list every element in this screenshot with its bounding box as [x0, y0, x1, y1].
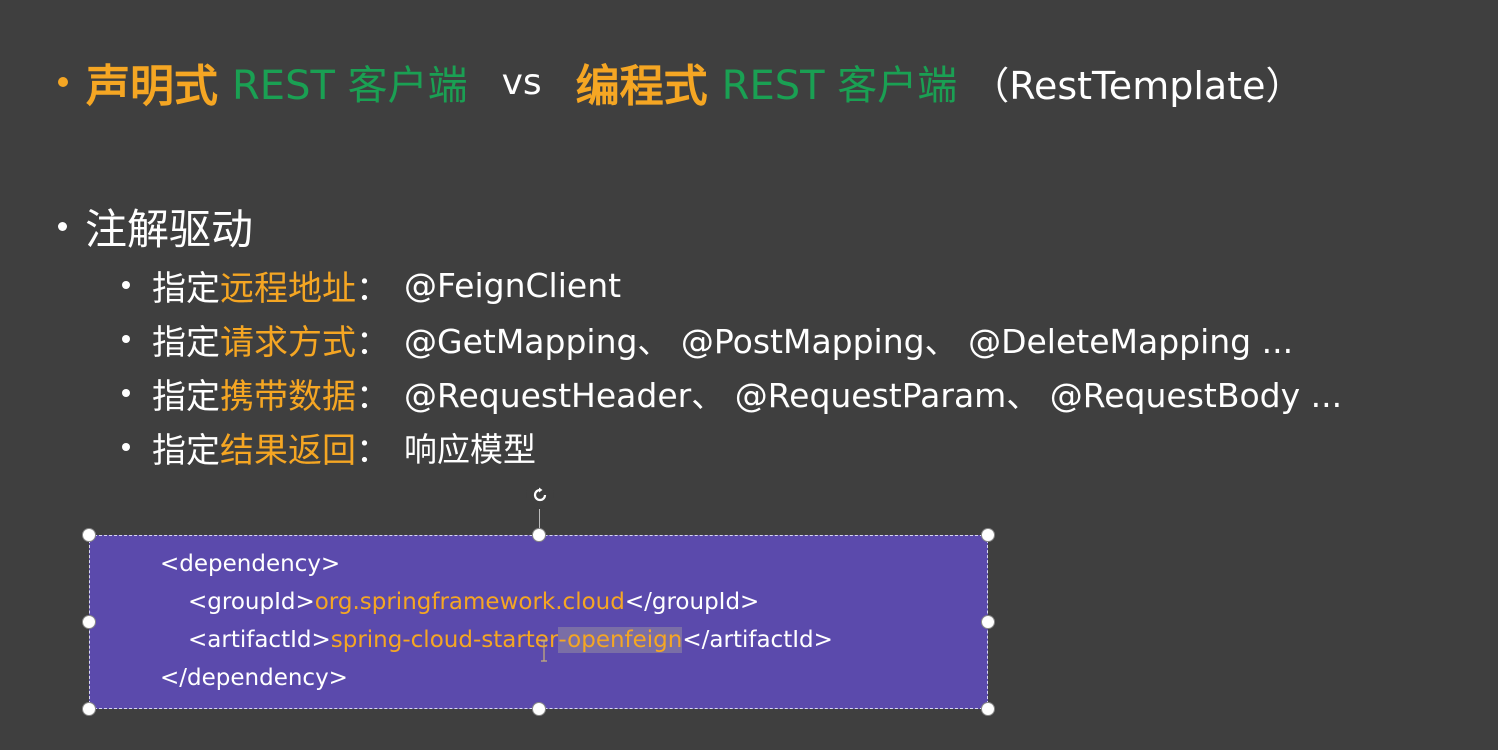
artifactid-close-tag: </artifactId>: [682, 627, 833, 653]
section-heading-text: 注解驱动: [85, 204, 254, 254]
section-heading: 注解驱动: [58, 196, 253, 256]
artifactid-value-selected[interactable]: -openfeign: [558, 627, 683, 653]
item-prefix: 指定: [152, 268, 220, 309]
resize-handle-top-right[interactable]: [981, 528, 995, 542]
section-bullet: [58, 221, 67, 231]
groupid-value: org.springframework.cloud: [314, 589, 625, 615]
list-bullet: [122, 335, 130, 343]
resize-handle-top[interactable]: [532, 528, 546, 542]
item-highlight: 请求方式: [220, 322, 356, 363]
item-detail: @GetMapping、 @PostMapping、 @DeleteMappin…: [404, 322, 1294, 361]
list-bullet: [122, 281, 130, 289]
item-prefix: 指定: [152, 430, 220, 471]
annotation-list: 指定 远程地址 ： @FeignClient 指定 请求方式 ： @GetMap…: [122, 258, 1342, 474]
resize-handle-bottom-left[interactable]: [82, 702, 96, 716]
resize-handle-left[interactable]: [82, 615, 96, 629]
title-bullet: [58, 77, 68, 87]
groupid-close-tag: </groupId>: [624, 589, 760, 615]
code-textbox[interactable]: <dependency> <groupId> org.springframewo…: [89, 535, 988, 709]
title-rest-client-1: REST 客户端: [232, 63, 468, 109]
list-bullet: [122, 443, 130, 451]
item-highlight: 远程地址: [220, 268, 356, 309]
resize-handle-bottom-right[interactable]: [981, 702, 995, 716]
text-cursor-icon: [540, 640, 547, 662]
list-item: 指定 携带数据 ： @RequestHeader、 @RequestParam、…: [122, 366, 1342, 420]
resize-handle-right[interactable]: [981, 615, 995, 629]
code-line-1: <dependency>: [160, 545, 340, 583]
item-detail: @RequestHeader、 @RequestParam、 @RequestB…: [404, 376, 1343, 415]
code-line-2: <groupId> org.springframework.cloud </gr…: [188, 583, 759, 621]
resize-handle-bottom[interactable]: [532, 702, 546, 716]
artifactid-open-tag: <artifactId>: [188, 627, 331, 653]
list-item: 指定 请求方式 ： @GetMapping、 @PostMapping、 @De…: [122, 312, 1342, 366]
item-colon: ：: [356, 430, 390, 471]
item-colon: ：: [356, 268, 390, 309]
title-programmatic: 编程式: [575, 61, 708, 112]
item-detail: 响应模型: [404, 430, 536, 469]
item-colon: ：: [356, 322, 390, 363]
item-colon: ：: [356, 376, 390, 417]
item-detail: @FeignClient: [404, 265, 622, 305]
item-prefix: 指定: [152, 322, 220, 363]
list-item: 指定 远程地址 ： @FeignClient: [122, 258, 1342, 312]
title-resttemplate: （RestTemplate）: [971, 63, 1304, 108]
groupid-open-tag: <groupId>: [188, 589, 315, 615]
rotate-icon[interactable]: [526, 481, 554, 509]
slide-title: 声明式 REST 客户端 vs 编程式 REST 客户端 （RestTempla…: [58, 52, 1303, 112]
item-highlight: 结果返回: [220, 430, 356, 471]
dependency-close-tag: </dependency>: [160, 665, 348, 691]
code-line-3: <artifactId> spring-cloud-starter -openf…: [188, 621, 833, 659]
title-rest-client-2: REST 客户端: [721, 63, 958, 109]
item-highlight: 携带数据: [220, 376, 356, 417]
list-item: 指定 结果返回 ： 响应模型: [122, 420, 1342, 474]
title-vs: vs: [501, 61, 542, 103]
title-declarative: 声明式: [86, 61, 218, 112]
slide: 声明式 REST 客户端 vs 编程式 REST 客户端 （RestTempla…: [0, 0, 1498, 750]
item-prefix: 指定: [152, 376, 220, 417]
resize-handle-top-left[interactable]: [82, 528, 96, 542]
dependency-open-tag: <dependency>: [160, 551, 341, 577]
list-bullet: [122, 389, 130, 397]
code-line-4: </dependency>: [160, 659, 348, 697]
artifactid-value: spring-cloud-starter: [330, 627, 559, 653]
